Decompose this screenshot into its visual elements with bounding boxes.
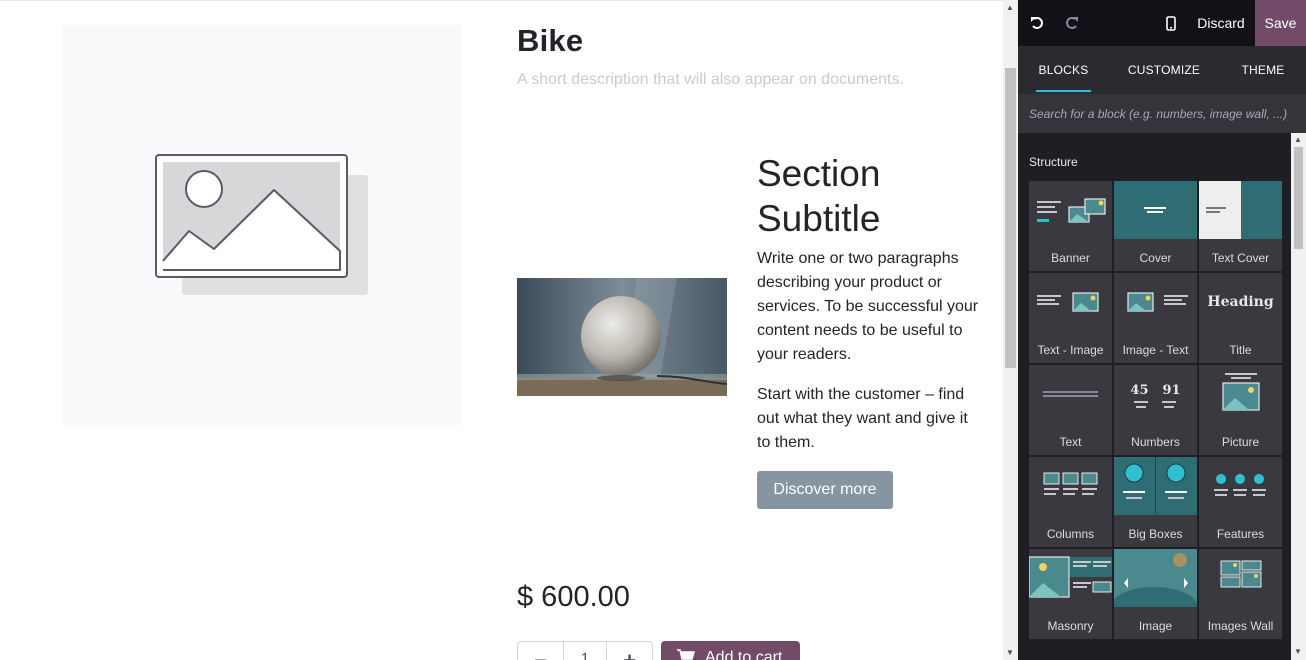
block-big-boxes[interactable]: Big Boxes <box>1114 457 1197 547</box>
minus-icon[interactable]: − <box>518 642 563 660</box>
block-text-cover[interactable]: Text Cover <box>1199 181 1282 271</box>
block-image-gallery[interactable]: Image Gallery <box>1114 549 1197 639</box>
banner-thumb <box>1029 181 1112 239</box>
scroll-down-icon[interactable]: ▼ <box>1294 647 1302 656</box>
block-label: Text Cover <box>1211 251 1270 265</box>
picture-thumb <box>1199 365 1282 423</box>
mobile-preview-icon[interactable] <box>1161 13 1181 33</box>
snippet-image[interactable] <box>517 278 727 396</box>
discover-more-button[interactable]: Discover more <box>757 471 893 509</box>
columns-thumb <box>1029 457 1112 515</box>
section-label: Structure <box>1029 155 1078 169</box>
text-image-thumb <box>1029 273 1112 331</box>
title-thumb: Heading <box>1199 273 1282 331</box>
website-preview: Bike A short description that will also … <box>0 0 1003 660</box>
image-gallery-thumb <box>1114 549 1197 607</box>
image-placeholder-icon <box>155 154 368 295</box>
save-button[interactable]: Save <box>1255 0 1306 46</box>
cover-thumb <box>1114 181 1197 239</box>
features-thumb <box>1199 457 1282 515</box>
quantity-input[interactable]: 1 <box>563 642 607 660</box>
scroll-up-icon[interactable]: ▲ <box>1294 135 1302 144</box>
discard-button[interactable]: Discard <box>1190 0 1252 46</box>
number-thumb-text: 45 <box>1130 382 1149 398</box>
block-banner[interactable]: Banner <box>1029 181 1112 271</box>
tab-theme[interactable]: THEME <box>1238 46 1288 94</box>
redo-icon[interactable] <box>1062 13 1082 33</box>
block-search-input[interactable] <box>1018 94 1306 133</box>
editor-toolbar: Discard Save <box>1018 0 1306 46</box>
scroll-up-icon[interactable]: ▲ <box>1006 3 1014 12</box>
block-label: Image Gallery <box>1136 619 1174 639</box>
heading-thumb-text: Heading <box>1207 294 1274 310</box>
block-picture[interactable]: Picture <box>1199 365 1282 455</box>
product-title[interactable]: Bike <box>517 23 583 59</box>
add-to-cart-button[interactable]: Add to cart <box>661 641 800 660</box>
block-text-image[interactable]: Text - Image <box>1029 273 1112 363</box>
block-masonry[interactable]: Masonry <box>1029 549 1112 639</box>
scrollbar-thumb[interactable] <box>1294 147 1303 249</box>
block-features[interactable]: Features <box>1199 457 1282 547</box>
block-label: Big Boxes <box>1128 527 1183 541</box>
add-to-cart-label: Add to cart <box>705 649 783 660</box>
image-text-thumb <box>1114 273 1197 331</box>
undo-icon[interactable] <box>1027 13 1047 33</box>
product-price: $ 600.00 <box>517 581 630 613</box>
block-label: Banner <box>1051 251 1090 265</box>
block-label: Text - Image <box>1037 343 1104 357</box>
snippet-paragraph[interactable]: Start with the customer – find out what … <box>757 383 982 455</box>
block-numbers[interactable]: 45 91 Numbers <box>1114 365 1197 455</box>
block-text[interactable]: Text <box>1029 365 1112 455</box>
panel-scrollbar[interactable]: ▲ ▼ <box>1291 133 1306 660</box>
blocks-grid: Banner Cover Text Cover Text - Image Ima… <box>1029 181 1282 639</box>
block-label: Text <box>1059 435 1082 449</box>
big-boxes-thumb <box>1114 457 1197 515</box>
block-label: Image - Text <box>1122 343 1189 357</box>
block-label: Title <box>1229 343 1252 357</box>
blocks-list: Structure Banner Cover Text Cover Text -… <box>1018 133 1306 660</box>
quantity-stepper[interactable]: − 1 + <box>517 641 653 660</box>
page: Bike A short description that will also … <box>0 0 1306 660</box>
block-images-wall[interactable]: Images Wall <box>1199 549 1282 639</box>
images-wall-thumb <box>1199 549 1282 607</box>
block-label: Masonry <box>1047 619 1094 633</box>
block-image-text[interactable]: Image - Text <box>1114 273 1197 363</box>
product-description-field[interactable]: A short description that will also appea… <box>517 71 904 89</box>
block-label: Picture <box>1221 435 1260 449</box>
plus-icon[interactable]: + <box>607 642 652 660</box>
numbers-thumb: 45 91 <box>1114 365 1197 423</box>
block-label: Features <box>1216 527 1265 541</box>
snippet-paragraph[interactable]: Write one or two paragraphs describing y… <box>757 247 982 367</box>
speaker-photo-icon <box>517 278 727 396</box>
block-columns[interactable]: Columns <box>1029 457 1112 547</box>
product-image-placeholder[interactable] <box>62 25 462 425</box>
masonry-thumb <box>1029 549 1112 607</box>
block-label: Numbers <box>1131 435 1180 449</box>
block-cover[interactable]: Cover <box>1114 181 1197 271</box>
editor-panel: Discard Save BLOCKS CUSTOMIZE THEME Stru… <box>1018 0 1306 660</box>
block-label: Images Wall <box>1207 619 1274 633</box>
text-thumb <box>1029 365 1112 423</box>
page-scrollbar[interactable]: ▲ ▼ <box>1003 0 1018 660</box>
editor-tabs: BLOCKS CUSTOMIZE THEME <box>1018 46 1306 94</box>
cart-icon <box>677 649 695 660</box>
block-label: Columns <box>1046 527 1095 541</box>
scrollbar-thumb[interactable] <box>1005 68 1016 368</box>
snippet-title[interactable]: Section Subtitle <box>757 151 987 241</box>
block-label: Cover <box>1139 251 1172 265</box>
block-title[interactable]: Heading Title <box>1199 273 1282 363</box>
tab-blocks[interactable]: BLOCKS <box>1036 46 1091 94</box>
text-cover-thumb <box>1199 181 1282 239</box>
number-thumb-text: 91 <box>1162 382 1181 398</box>
scroll-down-icon[interactable]: ▼ <box>1006 648 1014 657</box>
tab-customize[interactable]: CUSTOMIZE <box>1126 46 1202 94</box>
